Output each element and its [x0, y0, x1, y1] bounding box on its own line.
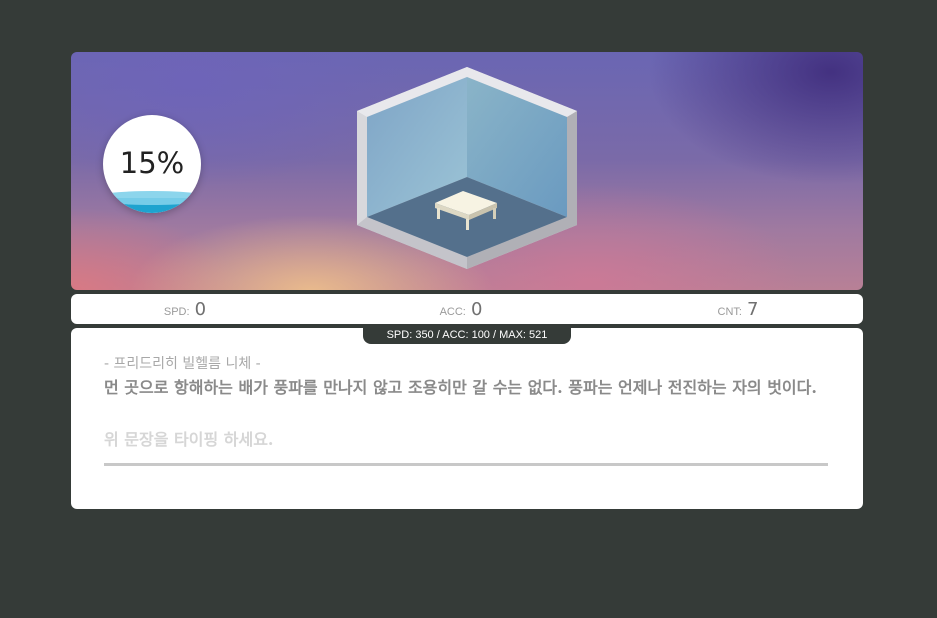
typing-app: 15% SPD: 0 ACC: 0 CNT: 7 SPD: 350 / ACC:… — [71, 52, 863, 509]
progress-percent: 15% — [119, 146, 185, 180]
typing-panel: SPD: 350 / ACC: 100 / MAX: 521 - 프리드리히 빌… — [71, 326, 863, 509]
stat-count-label: CNT: — [717, 306, 742, 318]
progress-wave — [103, 191, 201, 213]
stat-speed: SPD: 0 — [125, 299, 245, 320]
stat-accuracy-value: 0 — [470, 299, 483, 320]
quote-author: - 프리드리히 빌헬름 니체 - — [104, 356, 261, 372]
stat-speed-value: 0 — [194, 299, 207, 320]
typing-input[interactable] — [104, 426, 828, 466]
stat-accuracy-label: ACC: — [439, 306, 466, 318]
stat-speed-label: SPD: — [163, 306, 190, 318]
quote-text: 먼 곳으로 항해하는 배가 풍파를 만나지 않고 조용히만 갈 수는 없다. 풍… — [104, 378, 817, 397]
hero-banner: 15% — [71, 52, 863, 290]
stat-count-value: 7 — [747, 299, 759, 320]
isometric-room-illustration — [357, 67, 577, 269]
progress-circle: 15% — [103, 115, 201, 213]
stats-bar: SPD: 0 ACC: 0 CNT: 7 — [71, 294, 863, 324]
stat-count: CNT: 7 — [678, 299, 798, 320]
stat-accuracy: ACC: 0 — [401, 299, 521, 320]
record-badge: SPD: 350 / ACC: 100 / MAX: 521 — [363, 326, 571, 344]
